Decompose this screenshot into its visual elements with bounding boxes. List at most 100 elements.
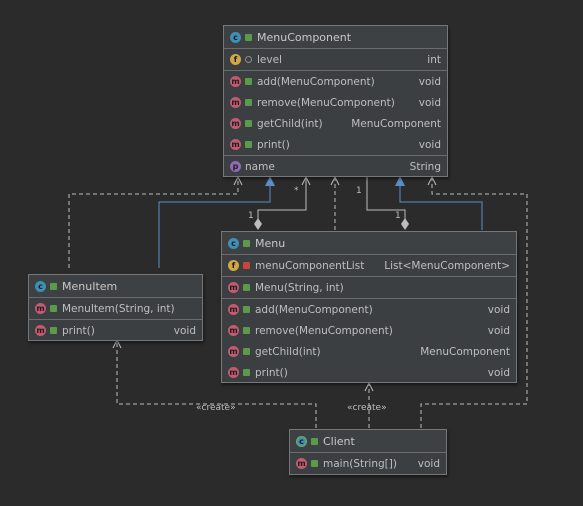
method-row[interactable]: m getChild(int) MenuComponent xyxy=(224,113,447,134)
method-type: void xyxy=(418,75,441,88)
method-type: void xyxy=(417,457,440,470)
field-row[interactable]: f menuComponentList List<MenuComponent> xyxy=(222,255,516,276)
inheritance-menu-arrow xyxy=(395,176,405,186)
method-icon: m xyxy=(230,139,241,150)
multiplicity-star: * xyxy=(294,186,299,196)
public-visibility-icon xyxy=(243,369,250,376)
method-icon: m xyxy=(230,76,241,87)
method-row[interactable]: m remove(MenuComponent) void xyxy=(222,320,516,341)
class-menu-component[interactable]: c MenuComponent f level int m add(MenuCo… xyxy=(223,25,448,177)
public-visibility-icon xyxy=(245,99,252,106)
aggregation-diamond-a xyxy=(254,218,262,230)
method-icon: m xyxy=(228,325,239,336)
multiplicity-one-top: 1 xyxy=(356,186,362,196)
public-visibility-icon xyxy=(50,305,57,312)
property-name: name xyxy=(245,160,275,173)
method-row[interactable]: m Menu(String, int) xyxy=(222,277,516,298)
method-icon: m xyxy=(230,118,241,129)
class-header[interactable]: c Menu xyxy=(222,232,516,255)
method-row[interactable]: m print() void xyxy=(29,320,202,341)
class-header[interactable]: c Client xyxy=(290,430,446,453)
multiplicity-one-right: 1 xyxy=(395,211,401,221)
class-name: Menu xyxy=(255,236,286,250)
inheritance-menuitem-arrow xyxy=(265,176,275,186)
method-row[interactable]: m add(MenuComponent) void xyxy=(224,71,447,92)
method-icon: m xyxy=(230,97,241,108)
method-type: void xyxy=(418,96,441,109)
main-class-icon: c xyxy=(296,435,307,447)
public-visibility-icon xyxy=(245,120,252,127)
multiplicity-one-left: 1 xyxy=(248,211,254,221)
method-name: MenuItem(String, int) xyxy=(62,302,175,315)
class-menu-item[interactable]: c MenuItem m MenuItem(String, int) m pri… xyxy=(28,274,203,341)
public-visibility-icon xyxy=(245,78,252,85)
method-name: add(MenuComponent) xyxy=(255,303,373,316)
method-type: void xyxy=(487,366,510,379)
class-name: MenuComponent xyxy=(257,30,352,44)
class-menu[interactable]: c Menu f menuComponentList List<MenuComp… xyxy=(221,231,517,383)
create-label-center: «create» xyxy=(347,403,387,413)
field-name: level xyxy=(257,53,282,66)
create-label-left: «create» xyxy=(196,403,236,413)
method-row[interactable]: m add(MenuComponent) void xyxy=(222,299,516,320)
method-name: add(MenuComponent) xyxy=(257,75,375,88)
public-visibility-icon xyxy=(243,284,250,291)
method-icon: m xyxy=(35,325,46,336)
field-type: int xyxy=(427,53,441,66)
method-name: print() xyxy=(257,138,290,151)
public-visibility-icon xyxy=(243,348,250,355)
method-name: remove(MenuComponent) xyxy=(257,96,395,109)
class-header[interactable]: c MenuItem xyxy=(29,275,202,298)
method-name: getChild(int) xyxy=(255,345,321,358)
method-icon: m xyxy=(228,304,239,315)
method-type: void xyxy=(487,303,510,316)
aggregation-line-a xyxy=(257,177,307,222)
method-name: print() xyxy=(255,366,288,379)
method-icon: m xyxy=(228,346,239,357)
method-name: Menu(String, int) xyxy=(255,281,344,294)
class-icon: c xyxy=(228,237,239,249)
public-visibility-icon xyxy=(311,437,318,445)
method-type: MenuComponent xyxy=(420,345,510,358)
property-type: String xyxy=(409,160,441,173)
method-row[interactable]: m print() void xyxy=(224,134,447,155)
method-icon: m xyxy=(228,367,239,378)
method-row[interactable]: m print() void xyxy=(222,362,516,383)
method-icon: m xyxy=(35,303,46,314)
method-row[interactable]: m MenuItem(String, int) xyxy=(29,298,202,319)
method-type: void xyxy=(487,324,510,337)
method-name: main(String[]) xyxy=(323,457,397,470)
public-visibility-icon xyxy=(50,282,57,290)
public-visibility-icon xyxy=(245,33,252,41)
class-client[interactable]: c Client m main(String[]) void xyxy=(289,429,447,475)
method-row[interactable]: m getChild(int) MenuComponent xyxy=(222,341,516,362)
method-type: void xyxy=(173,324,196,337)
method-row[interactable]: m remove(MenuComponent) void xyxy=(224,92,447,113)
class-header[interactable]: c MenuComponent xyxy=(224,26,447,49)
field-name: menuComponentList xyxy=(255,259,365,272)
class-name: Client xyxy=(323,434,355,448)
method-row[interactable]: m main(String[]) void xyxy=(290,453,446,474)
method-type: MenuComponent xyxy=(351,117,441,130)
field-icon: f xyxy=(230,54,241,65)
field-row[interactable]: f level int xyxy=(224,49,447,70)
public-visibility-icon xyxy=(243,239,250,247)
property-icon: p xyxy=(230,161,241,172)
method-name: getChild(int) xyxy=(257,117,323,130)
field-type: List<MenuComponent> xyxy=(384,259,510,272)
public-visibility-icon xyxy=(243,306,250,313)
field-icon: f xyxy=(228,260,239,271)
aggregation-diamond-b xyxy=(401,218,409,230)
method-type: void xyxy=(418,138,441,151)
method-icon: m xyxy=(296,458,307,469)
inheritance-menu-line xyxy=(399,177,483,230)
class-icon: c xyxy=(35,280,46,292)
public-visibility-icon xyxy=(243,327,250,334)
method-name: remove(MenuComponent) xyxy=(255,324,393,337)
private-visibility-icon xyxy=(243,262,250,269)
method-name: print() xyxy=(62,324,95,337)
class-name: MenuItem xyxy=(62,279,118,293)
package-visibility-icon xyxy=(245,56,252,63)
property-row[interactable]: p name String xyxy=(224,156,447,177)
public-visibility-icon xyxy=(245,141,252,148)
